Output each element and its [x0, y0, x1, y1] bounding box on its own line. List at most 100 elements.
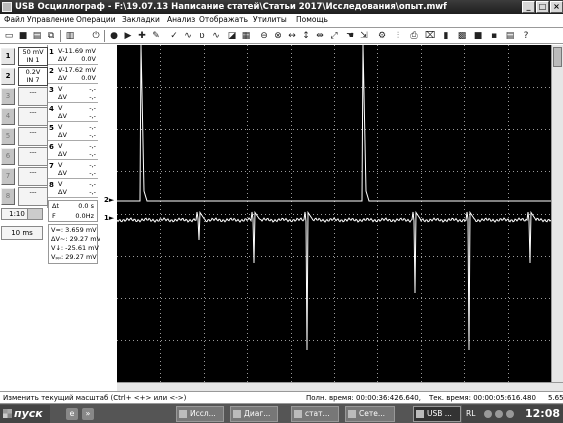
toolbar: ▭ ■ ▤ ⧉ ▥ ⏻ ● ▶ ✚ ✎ ✓ ∿ ʋ ∿ ◪ ▦ ⊖ ⊗ ↔ ↕ …: [0, 27, 563, 44]
channel-4-button[interactable]: 4: [1, 108, 15, 125]
task-button[interactable]: Диаг...: [230, 406, 278, 422]
window-title: USB Осциллограф - F:\19.07.13 Написание …: [15, 2, 447, 12]
channel-6-button[interactable]: 6: [1, 148, 15, 165]
wave3-icon[interactable]: ∿: [210, 30, 222, 42]
gray-square-icon[interactable]: ■: [472, 30, 484, 42]
channel-range-4[interactable]: ---: [18, 107, 48, 126]
time-measurement: Δt 0.0 s F 0.0Hz: [48, 200, 98, 222]
square2-icon[interactable]: ▪: [488, 30, 500, 42]
title-bar: USB Осциллограф - F:\19.07.13 Написание …: [0, 0, 563, 14]
menu-control[interactable]: Управление: [27, 15, 74, 24]
channel-2-button[interactable]: 2: [1, 68, 15, 85]
minimize-button[interactable]: _: [522, 1, 535, 13]
system-tray: RL 12:08: [462, 405, 563, 423]
channel-1-button[interactable]: 1: [1, 48, 15, 65]
channel-5-button[interactable]: 5: [1, 128, 15, 145]
menu-bookmarks[interactable]: Закладки: [122, 15, 160, 24]
channel-range-3[interactable]: ---: [18, 87, 48, 106]
measurement-row: 5 V ΔV -,- -,-: [48, 123, 98, 141]
voltage-stats: V=: 3.659 mV ΔV~: 29.27 mV V↓: -25.61 mV…: [48, 224, 101, 264]
full-time: Полн. время: 00:00:36:426.640,: [306, 394, 421, 402]
channel-range-1[interactable]: 50 mV IN 1: [18, 47, 48, 66]
channel-range-5[interactable]: ---: [18, 127, 48, 146]
tools-icon[interactable]: ✎: [150, 30, 162, 42]
language-indicator[interactable]: RL: [466, 409, 475, 418]
menu-file[interactable]: Файл: [4, 15, 25, 24]
channel-icon[interactable]: ▥: [64, 30, 76, 42]
oscilloscope-graph: [117, 45, 551, 382]
menu-help[interactable]: Помощь: [296, 15, 328, 24]
help-icon[interactable]: ?: [520, 30, 532, 42]
task-button[interactable]: стат...: [291, 406, 339, 422]
channel-range-list: 50 mV IN 1 0.2V IN 7 --- --- --- --- --- -…: [18, 45, 48, 208]
wave2-icon[interactable]: ʋ: [196, 30, 208, 42]
menu-analysis[interactable]: Анализ: [167, 15, 195, 24]
contrast-icon[interactable]: ◪: [226, 30, 238, 42]
windows-flag-icon: [3, 409, 12, 418]
export-icon[interactable]: ⎙: [408, 30, 420, 42]
maximize-button[interactable]: □: [536, 1, 549, 13]
menu-operations[interactable]: Операции: [76, 15, 116, 24]
channel-8-button[interactable]: 8: [1, 188, 15, 205]
cursor-icon[interactable]: ✚: [136, 30, 148, 42]
task-button[interactable]: Сете...: [345, 406, 395, 422]
measurement-row: 6 V ΔV -,- -,-: [48, 142, 98, 160]
settings-icon[interactable]: ⚙: [376, 30, 388, 42]
channel-markers: 2► 1►: [100, 45, 117, 382]
measurement-row: 7 V ΔV -,- -,-: [48, 161, 98, 179]
bin-icon[interactable]: ⌧: [424, 30, 436, 42]
print-icon[interactable]: ▤: [31, 30, 43, 42]
fit-icon[interactable]: ⇹: [314, 30, 326, 42]
media-icon[interactable]: »: [82, 408, 94, 420]
start-button[interactable]: пуск: [0, 405, 50, 423]
close-button[interactable]: ×: [550, 1, 563, 13]
wave1-icon[interactable]: ∿: [182, 30, 194, 42]
oscilloscope-display[interactable]: [117, 45, 551, 382]
scale-toggle[interactable]: [27, 208, 43, 220]
tray-icon[interactable]: [495, 410, 503, 418]
hzoom-icon[interactable]: ↔: [286, 30, 298, 42]
channel-range-8[interactable]: ---: [18, 187, 48, 206]
channel-3-button[interactable]: 3: [1, 88, 15, 105]
save-icon[interactable]: ■: [17, 30, 29, 42]
channel-2-marker[interactable]: 2►: [104, 196, 114, 204]
record-icon[interactable]: ●: [108, 30, 120, 42]
zoom-icon[interactable]: ⊖: [258, 30, 270, 42]
bars-icon[interactable]: ▮: [440, 30, 452, 42]
scroll-thumb[interactable]: [553, 47, 562, 67]
filter-icon[interactable]: ⫶: [392, 30, 404, 42]
layout-icon[interactable]: ▤: [504, 30, 516, 42]
check-icon[interactable]: ✓: [168, 30, 180, 42]
tray-icon[interactable]: [484, 410, 492, 418]
expand-icon[interactable]: ⤢: [328, 30, 340, 42]
binocular-icon[interactable]: ⊗: [272, 30, 284, 42]
status-bar: Изменить текущий масштаб (Ctrl+ <+> или …: [0, 391, 563, 403]
vertical-scrollbar[interactable]: [551, 45, 563, 382]
tray-icon[interactable]: [506, 410, 514, 418]
vzoom-icon[interactable]: ↕: [300, 30, 312, 42]
menu-utilities[interactable]: Утилиты: [253, 15, 287, 24]
ie-icon[interactable]: e: [66, 408, 78, 420]
menu-bar: Файл Управление Операции Закладки Анализ…: [0, 14, 563, 26]
block-icon[interactable]: ▩: [456, 30, 468, 42]
app-icon: [2, 2, 12, 12]
play-icon[interactable]: ▶: [122, 30, 134, 42]
menu-display[interactable]: Отображать: [199, 15, 248, 24]
open-icon[interactable]: ▭: [3, 30, 15, 42]
channel-range-7[interactable]: ---: [18, 167, 48, 186]
measurement-row: 4 V ΔV -,- -,-: [48, 104, 98, 122]
timebase-selector[interactable]: 10 ms: [1, 226, 43, 240]
channel-7-button[interactable]: 7: [1, 168, 15, 185]
copy-icon[interactable]: ⧉: [45, 30, 57, 42]
task-button[interactable]: Иссл...: [176, 406, 224, 422]
grid-icon[interactable]: ▦: [240, 30, 252, 42]
power-icon[interactable]: ⏻: [90, 30, 102, 42]
status-hint: Изменить текущий масштаб (Ctrl+ <+> или …: [3, 394, 187, 402]
channel-range-2[interactable]: 0.2V IN 7: [18, 67, 48, 86]
horizontal-scrollbar[interactable]: [117, 382, 563, 391]
channel-range-6[interactable]: ---: [18, 147, 48, 166]
task-button[interactable]: USB ...: [413, 406, 461, 422]
arrow-icon[interactable]: ⇲: [358, 30, 370, 42]
hand-icon[interactable]: ☚: [344, 30, 356, 42]
channel-1-marker[interactable]: 1►: [104, 214, 114, 222]
